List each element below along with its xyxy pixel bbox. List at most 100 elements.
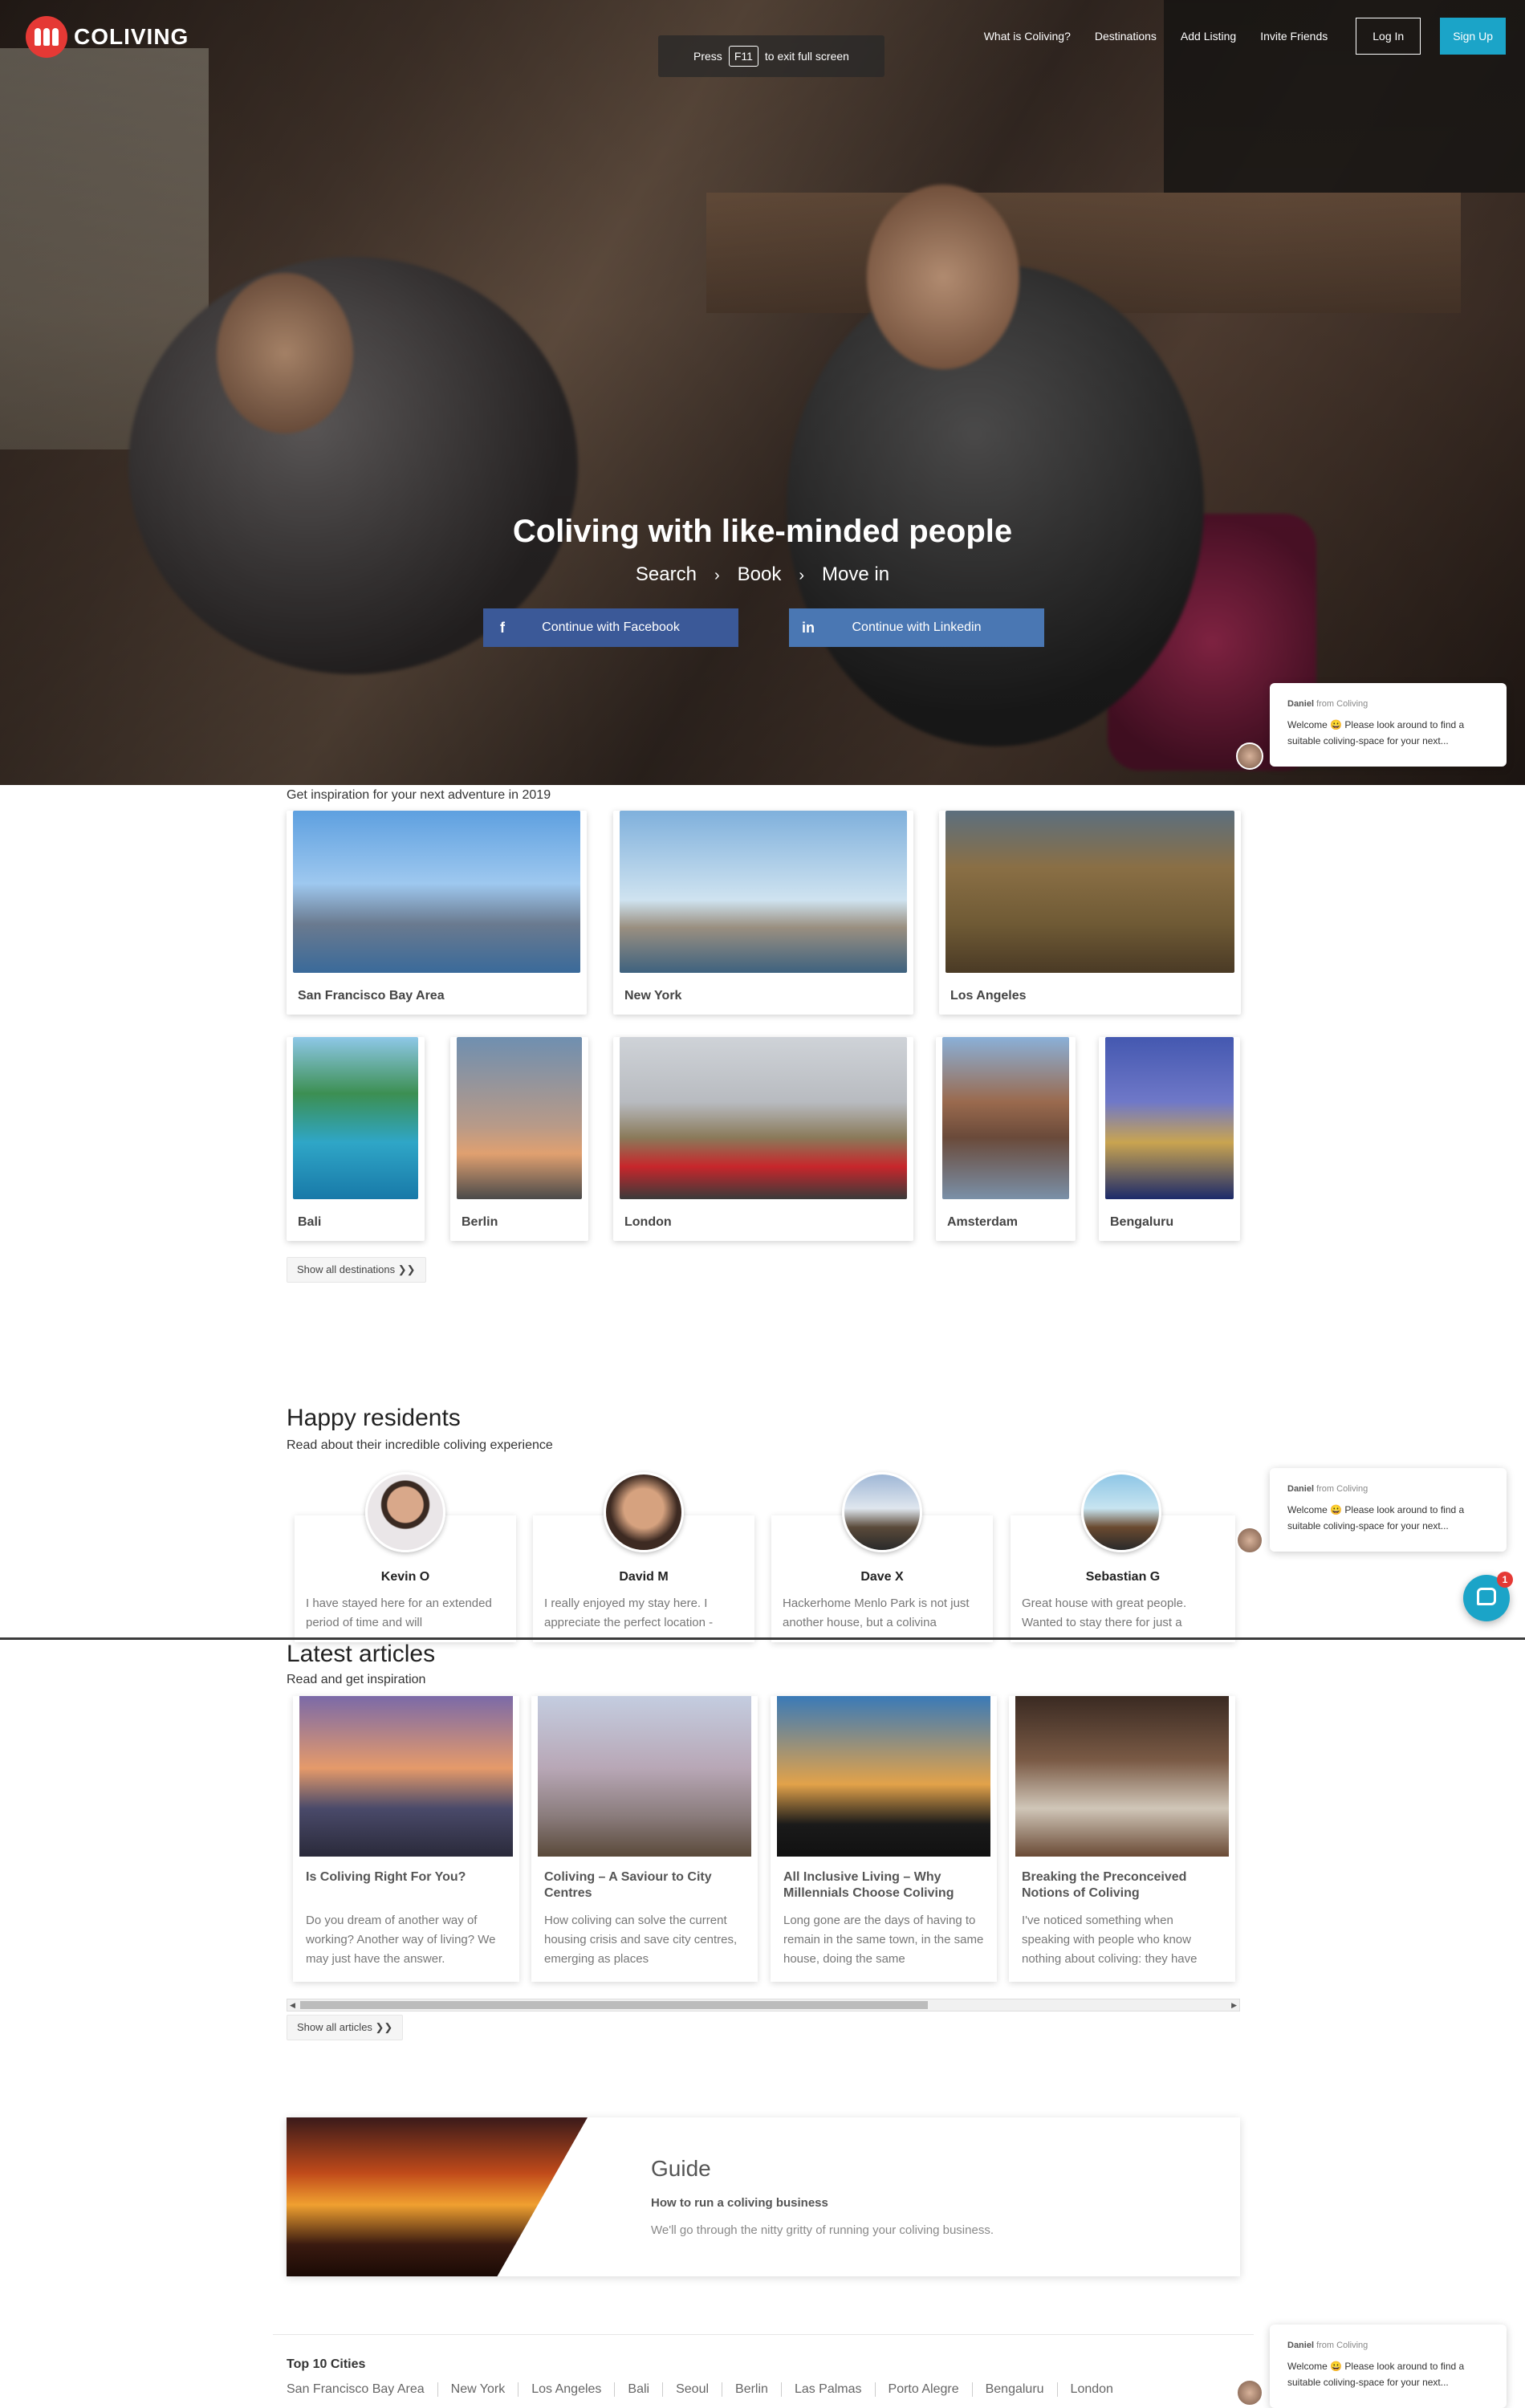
guide-title: Guide — [651, 2156, 711, 2181]
city-link[interactable]: San Francisco Bay Area — [287, 2382, 438, 2397]
nav-invite-friends[interactable]: Invite Friends — [1260, 30, 1328, 43]
guide-card[interactable]: Guide How to run a coliving business We'… — [287, 2117, 1240, 2276]
chat-avatar[interactable] — [1236, 742, 1263, 770]
inspiration-heading: Get inspiration for your next adventure … — [287, 788, 551, 802]
footer-divider — [273, 2334, 1254, 2335]
destination-image — [942, 1037, 1069, 1199]
guide-description: We'll go through the nitty gritty of run… — [651, 2223, 994, 2237]
continue-linkedin-button[interactable]: in Continue with Linkedin — [789, 608, 1044, 647]
article-title: Is Coliving Right For You? — [306, 1870, 466, 1884]
chat-popup[interactable]: Daniel from Coliving Welcome 😀 Please lo… — [1270, 1468, 1507, 1552]
brand-logo[interactable]: COLIVING — [26, 16, 189, 58]
destination-image — [1105, 1037, 1234, 1199]
destination-name: London — [624, 1215, 672, 1229]
resident-card[interactable]: Sebastian G Great house with great peopl… — [1011, 1472, 1235, 1642]
fullscreen-rest-text: to exit full screen — [764, 50, 849, 63]
resident-name: David M — [619, 1570, 669, 1584]
chat-sender: Daniel from Coliving — [1287, 696, 1489, 712]
destination-image — [620, 811, 907, 973]
chat-popup[interactable]: Daniel from Coliving Welcome 😀 Please lo… — [1270, 2325, 1507, 2408]
chat-launcher-button[interactable]: 1 — [1463, 1572, 1513, 1621]
city-link[interactable]: Bali — [615, 2382, 664, 2397]
fullscreen-notice: Press F11 to exit full screen — [658, 35, 885, 77]
section-divider — [0, 1637, 1525, 1640]
nav-links: What is Coliving? Destinations Add Listi… — [984, 18, 1525, 55]
chat-sender-name: Daniel — [1287, 699, 1315, 709]
chevron-right-icon: › — [799, 567, 805, 584]
nav-destinations[interactable]: Destinations — [1095, 30, 1157, 43]
chat-avatar[interactable] — [1236, 1527, 1263, 1554]
show-all-destinations-button[interactable]: Show all destinations ❯❯ — [287, 1257, 426, 1283]
destination-card-london[interactable]: London — [613, 1037, 913, 1241]
city-link[interactable]: London — [1058, 2382, 1126, 2397]
brand-logo-icon — [26, 16, 67, 58]
avatar — [365, 1472, 445, 1552]
scroll-right-icon[interactable]: ▶ — [1231, 1999, 1237, 2011]
brand-name: COLIVING — [74, 24, 189, 49]
top-cities-title: Top 10 Cities — [287, 2357, 366, 2371]
resident-card[interactable]: Dave X Hackerhome Menlo Park is not just… — [771, 1472, 993, 1642]
city-link[interactable]: Las Palmas — [782, 2382, 876, 2397]
destination-card-amsterdam[interactable]: Amsterdam — [936, 1037, 1076, 1241]
scrollbar-thumb[interactable] — [300, 2001, 928, 2009]
residents-subtitle: Read about their incredible coliving exp… — [287, 1438, 553, 1452]
top-cities-list: San Francisco Bay Area New York Los Ange… — [287, 2382, 1126, 2397]
articles-scrollbar[interactable]: ◀ ▶ — [287, 1999, 1240, 2011]
article-excerpt: How coliving can solve the current housi… — [544, 1914, 738, 1966]
residents-title: Happy residents — [287, 1405, 461, 1431]
city-link[interactable]: Porto Alegre — [876, 2382, 973, 2397]
article-card[interactable]: Breaking the Preconceived Notions of Col… — [1009, 1696, 1235, 1982]
destination-name: Bengaluru — [1110, 1215, 1174, 1229]
hero-steps: Search › Book › Move in — [0, 563, 1525, 586]
destination-card-la[interactable]: Los Angeles — [939, 811, 1241, 1015]
resident-review: I have stayed here for an extended perio… — [306, 1597, 492, 1629]
chat-sender-name: Daniel — [1287, 1484, 1315, 1494]
destination-image — [620, 1037, 907, 1199]
chat-message: Welcome 😀 Please look around to find a s… — [1287, 2361, 1465, 2388]
destination-card-ny[interactable]: New York — [613, 811, 913, 1015]
article-card[interactable]: Is Coliving Right For You? Do you dream … — [293, 1696, 519, 1982]
article-card[interactable]: All Inclusive Living – Why Millennials C… — [771, 1696, 997, 1982]
article-card[interactable]: Coliving – A Saviour to City Centres How… — [531, 1696, 758, 1982]
destination-name: Bali — [298, 1215, 322, 1229]
show-all-articles-button[interactable]: Show all articles ❯❯ — [287, 2015, 404, 2040]
resident-card[interactable]: David M I really enjoyed my stay here. I… — [533, 1472, 754, 1642]
resident-name: Sebastian G — [1085, 1570, 1161, 1584]
city-link[interactable]: Berlin — [722, 2382, 782, 2397]
destination-card-bengaluru[interactable]: Bengaluru — [1099, 1037, 1240, 1241]
linkedin-button-label: Continue with Linkedin — [852, 620, 982, 634]
destination-image — [946, 811, 1234, 973]
destination-name: Amsterdam — [947, 1215, 1019, 1229]
article-image — [299, 1696, 513, 1857]
destination-card-bali[interactable]: Bali — [287, 1037, 425, 1241]
city-link[interactable]: Seoul — [663, 2382, 723, 2397]
signup-button[interactable]: Sign Up — [1440, 18, 1506, 55]
city-link[interactable]: Bengaluru — [973, 2382, 1058, 2397]
resident-card[interactable]: Kevin O I have stayed here for an extend… — [295, 1472, 516, 1642]
scroll-left-icon[interactable]: ◀ — [290, 1999, 295, 2011]
destination-card-berlin[interactable]: Berlin — [450, 1037, 588, 1241]
destination-name: New York — [624, 989, 682, 1003]
linkedin-icon: in — [802, 619, 815, 636]
chat-popup[interactable]: Daniel from Coliving Welcome 😀 Please lo… — [1270, 683, 1507, 767]
city-link[interactable]: New York — [438, 2382, 519, 2397]
city-link[interactable]: Los Angeles — [518, 2382, 616, 2397]
chat-sender: Daniel from Coliving — [1287, 2337, 1489, 2353]
chat-sender-from: from Coliving — [1316, 699, 1368, 709]
guide-image — [287, 2117, 588, 2276]
articles-subtitle: Read and get inspiration — [287, 1673, 426, 1686]
destination-image — [293, 1037, 418, 1199]
chat-avatar[interactable] — [1236, 2379, 1263, 2406]
hero-title: Coliving with like-minded people — [512, 514, 1013, 549]
nav-what-is-coliving[interactable]: What is Coliving? — [984, 30, 1071, 43]
chevron-right-icon: › — [714, 567, 720, 584]
resident-name: Dave X — [860, 1570, 904, 1584]
article-title: Coliving – A Saviour to City Centres — [544, 1870, 712, 1900]
destination-image — [457, 1037, 582, 1199]
hero-section: COLIVING Press F11 to exit full screen W… — [0, 0, 1525, 785]
nav-add-listing[interactable]: Add Listing — [1181, 30, 1236, 43]
avatar — [842, 1472, 922, 1552]
continue-facebook-button[interactable]: f Continue with Facebook — [483, 608, 738, 647]
login-button[interactable]: Log In — [1356, 18, 1421, 55]
destination-card-sf[interactable]: San Francisco Bay Area — [287, 811, 587, 1015]
